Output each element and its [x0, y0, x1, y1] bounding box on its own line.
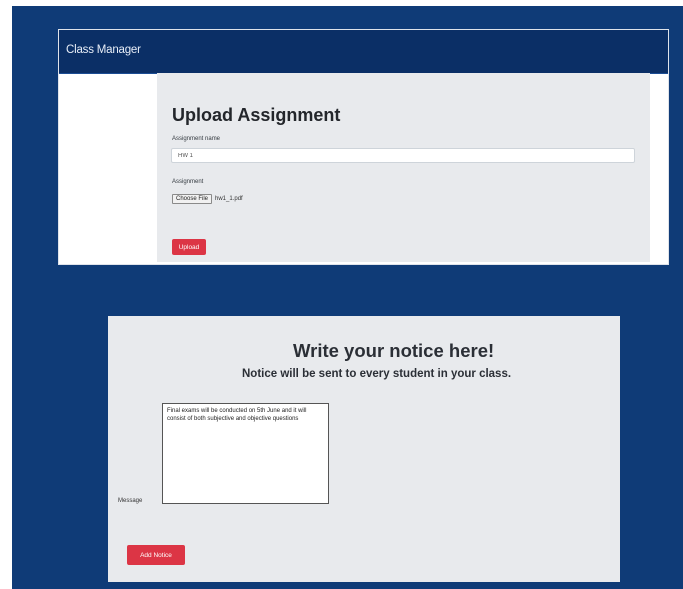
- upload-title: Upload Assignment: [172, 105, 341, 125]
- window-edge-left: [0, 0, 12, 589]
- upload-form: Upload Assignment Assignment name Assign…: [157, 73, 650, 262]
- file-name-text: hw1_1.pdf: [215, 195, 243, 202]
- window-edge-top: [0, 0, 683, 6]
- add-notice-button[interactable]: Add Notice: [127, 545, 185, 565]
- notice-subtitle: Notice will be sent to every student in …: [242, 368, 512, 380]
- assignment-name-label: Assignment name: [172, 136, 221, 142]
- message-textarea[interactable]: Final exams will be conducted on 5th Jun…: [162, 403, 329, 504]
- assignment-file-label: Assignment: [172, 179, 204, 185]
- navbar: Class Manager: [59, 30, 668, 74]
- upload-button[interactable]: Upload: [172, 239, 206, 255]
- upload-card: Class Manager Upload Assignment Assignme…: [58, 29, 669, 265]
- notice-title: Write your notice here!: [293, 340, 495, 361]
- notice-card: Write your notice here! Notice will be s…: [108, 316, 620, 582]
- choose-file-button[interactable]: Choose File: [172, 193, 213, 204]
- navbar-brand[interactable]: Class Manager: [66, 44, 141, 56]
- file-picker: Choose File hw1_1.pdf: [172, 193, 243, 204]
- assignment-name-input[interactable]: [171, 148, 635, 163]
- message-label: Message: [118, 498, 143, 504]
